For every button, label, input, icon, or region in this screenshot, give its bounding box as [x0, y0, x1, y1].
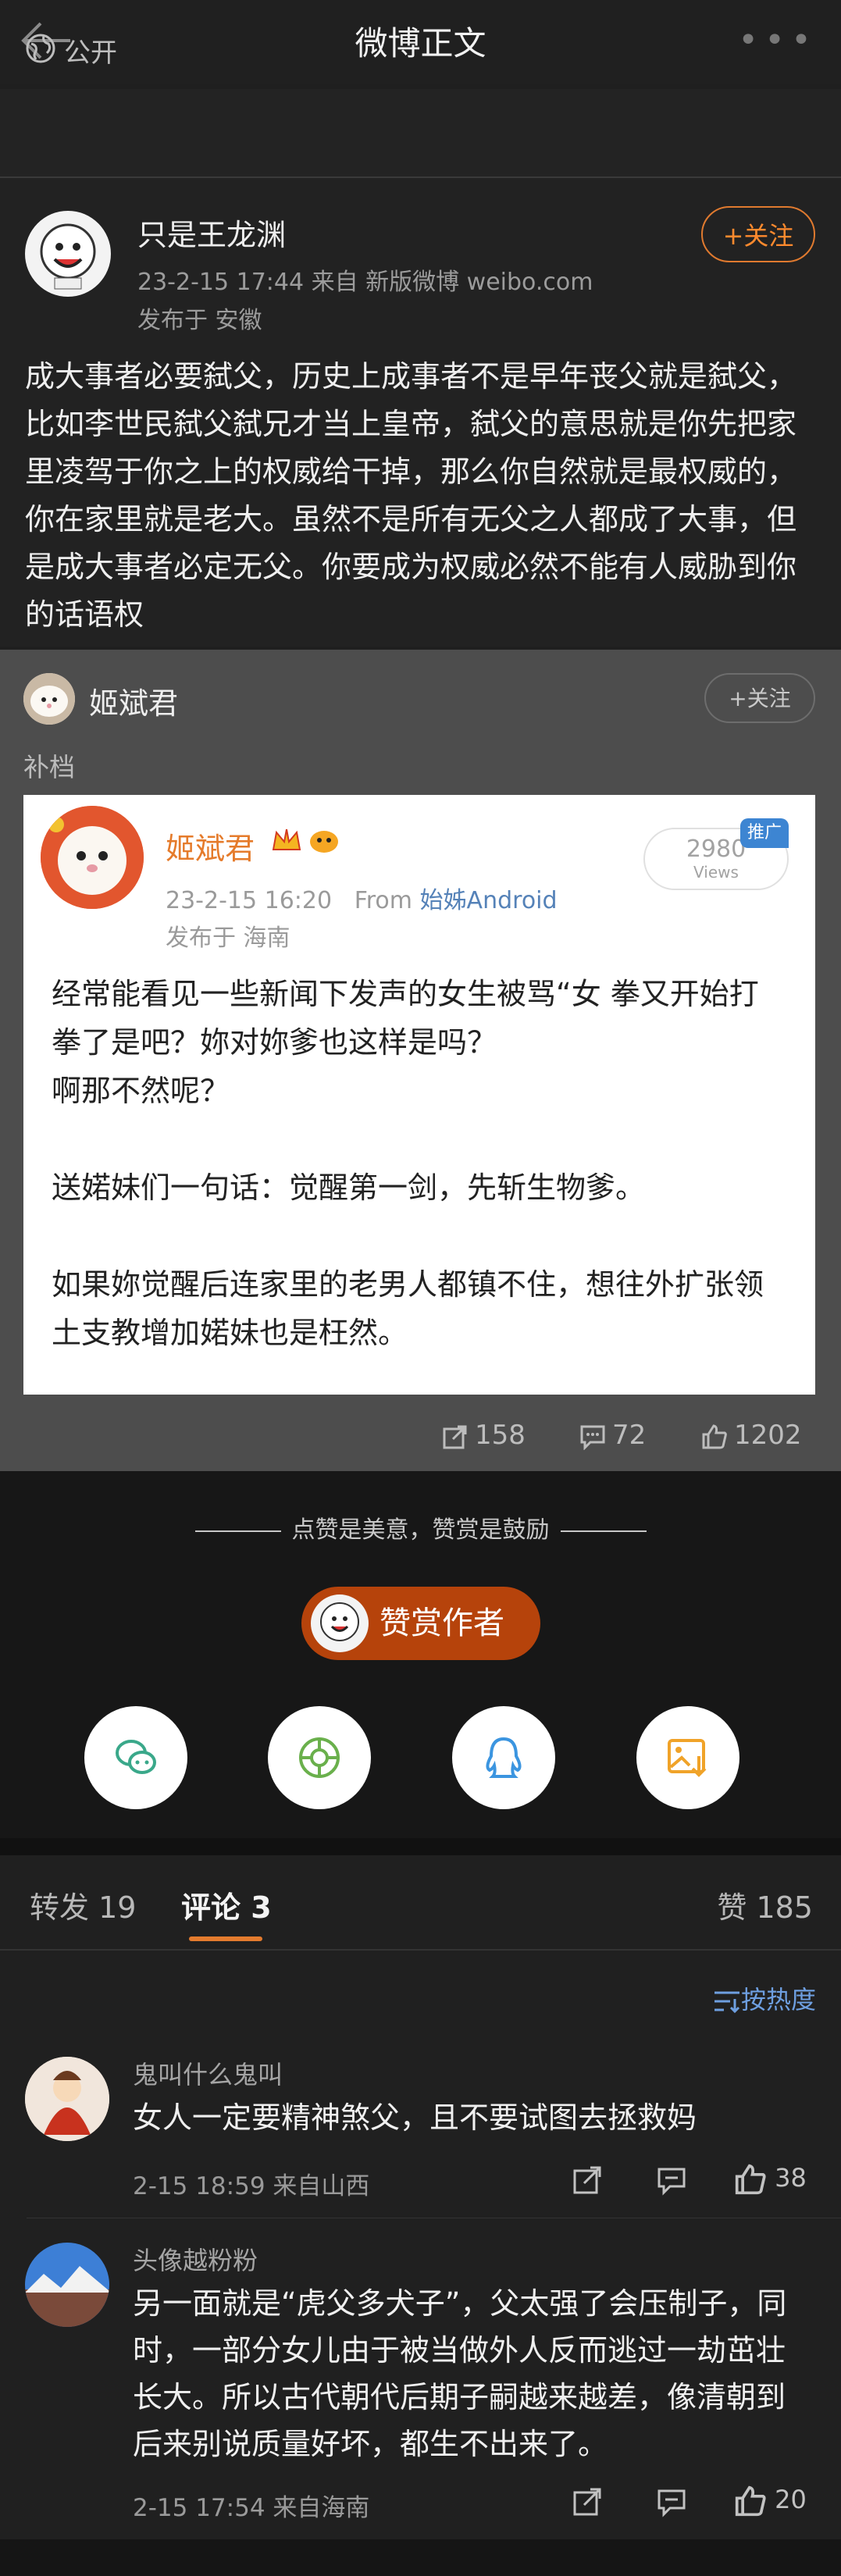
comment-author[interactable]: 鬼叫什么鬼叫: [133, 2055, 283, 2091]
card-author-name[interactable]: 姬斌君: [166, 825, 255, 868]
follow-button[interactable]: +关注: [701, 206, 815, 262]
repost-icon: [443, 1425, 467, 1448]
repost-count[interactable]: 158: [442, 1420, 526, 1451]
moments-icon[interactable]: [268, 1706, 371, 1809]
post-location: 发布于 安徽: [137, 307, 262, 334]
wechat-icon[interactable]: [84, 1706, 187, 1809]
reward-tagline: 点赞是美意，赞赏是鼓励: [0, 1510, 841, 1545]
avatar[interactable]: [25, 2057, 109, 2141]
sort-button[interactable]: 按热度: [713, 1980, 816, 2016]
comment-count[interactable]: 72: [579, 1420, 646, 1451]
follow-button[interactable]: +关注: [704, 673, 815, 723]
thumb-up-icon: [735, 2485, 766, 2517]
qq-icon[interactable]: [452, 1706, 555, 1809]
avatar[interactable]: [23, 673, 75, 725]
avatar: [311, 1594, 369, 1652]
sort-icon: [714, 1991, 740, 2014]
author-name[interactable]: 只是王龙渊: [137, 211, 286, 254]
page-title: 微博正文: [355, 24, 486, 62]
card-meta: 23-2-15 16:20 From 始姊Android: [166, 881, 558, 915]
sticker-icon: [307, 831, 341, 859]
comments-section: [0, 1951, 841, 2575]
visibility-row: [0, 89, 841, 178]
comment-like-count: 38: [775, 2163, 807, 2193]
active-tab-indicator: [189, 1936, 262, 1941]
card-location: 发布于 海南: [166, 925, 290, 952]
crown-icon: [270, 828, 303, 859]
globe-icon: [25, 33, 56, 64]
card-from-prefix: From: [354, 887, 413, 914]
thumb-up-icon: [702, 1423, 727, 1448]
views-label: Views: [693, 863, 739, 882]
comment-icon[interactable]: [656, 2164, 687, 2202]
comment-icon[interactable]: [656, 2486, 687, 2524]
comment-text: 另一面就是“虎父多犬子”，父太强了会压制子，同时，一部分女儿由于被当做外人反而逃…: [133, 2286, 787, 2461]
comment-like-button[interactable]: 38: [734, 2163, 807, 2196]
card-time: 23-2-15 16:20: [166, 887, 333, 914]
card-text: 经常能看见一些新闻下发声的女生被骂“女 拳又开始打拳了是吧？妳对妳爹也这样是吗？…: [52, 977, 764, 1350]
tab-likes[interactable]: 赞 185: [717, 1883, 813, 1926]
tab-comments[interactable]: 评论 3: [181, 1883, 272, 1926]
share-icon[interactable]: [572, 2486, 603, 2524]
more-dots-icon[interactable]: •••: [738, 20, 818, 60]
comment-icon: [580, 1425, 605, 1451]
avatar[interactable]: [41, 806, 144, 909]
comment-meta: 2-15 17:54 来自海南: [133, 2494, 370, 2522]
repost-author-name[interactable]: 姬斌君: [89, 679, 178, 722]
comment-like-button[interactable]: 20: [734, 2485, 807, 2517]
like-count[interactable]: 1202: [701, 1420, 802, 1451]
bottom-bar: [0, 2539, 841, 2576]
badges: [270, 825, 341, 859]
save-image-icon[interactable]: [636, 1706, 739, 1809]
comment-text: 女人一定要精神煞父，且不要试图去拯救妈: [133, 2100, 697, 2135]
post-meta: 23-2-15 17:44 来自 新版微博 weibo.com: [137, 269, 593, 296]
comment-meta: 2-15 18:59 来自山西: [133, 2172, 370, 2200]
post-text: 成大事者必要弑父，历史上成事者不是早年丧父就是弑父，比如李世民弑父弑兄才当上皇帝…: [25, 359, 797, 632]
thumb-up-icon: [735, 2164, 766, 2195]
card-source-link[interactable]: 始姊Android: [420, 887, 558, 914]
promo-badge[interactable]: 推广: [740, 818, 789, 848]
comment-like-count: 20: [775, 2485, 807, 2514]
comment-author[interactable]: 头像越粉粉: [133, 2241, 258, 2277]
tab-reposts[interactable]: 转发 19: [30, 1883, 136, 1926]
share-icon[interactable]: [572, 2164, 603, 2202]
section-divider: [0, 1838, 841, 1855]
visibility-label: 公开: [64, 37, 117, 69]
avatar[interactable]: [25, 211, 111, 297]
avatar[interactable]: [25, 2243, 109, 2327]
repost-note: 补档: [23, 752, 75, 782]
